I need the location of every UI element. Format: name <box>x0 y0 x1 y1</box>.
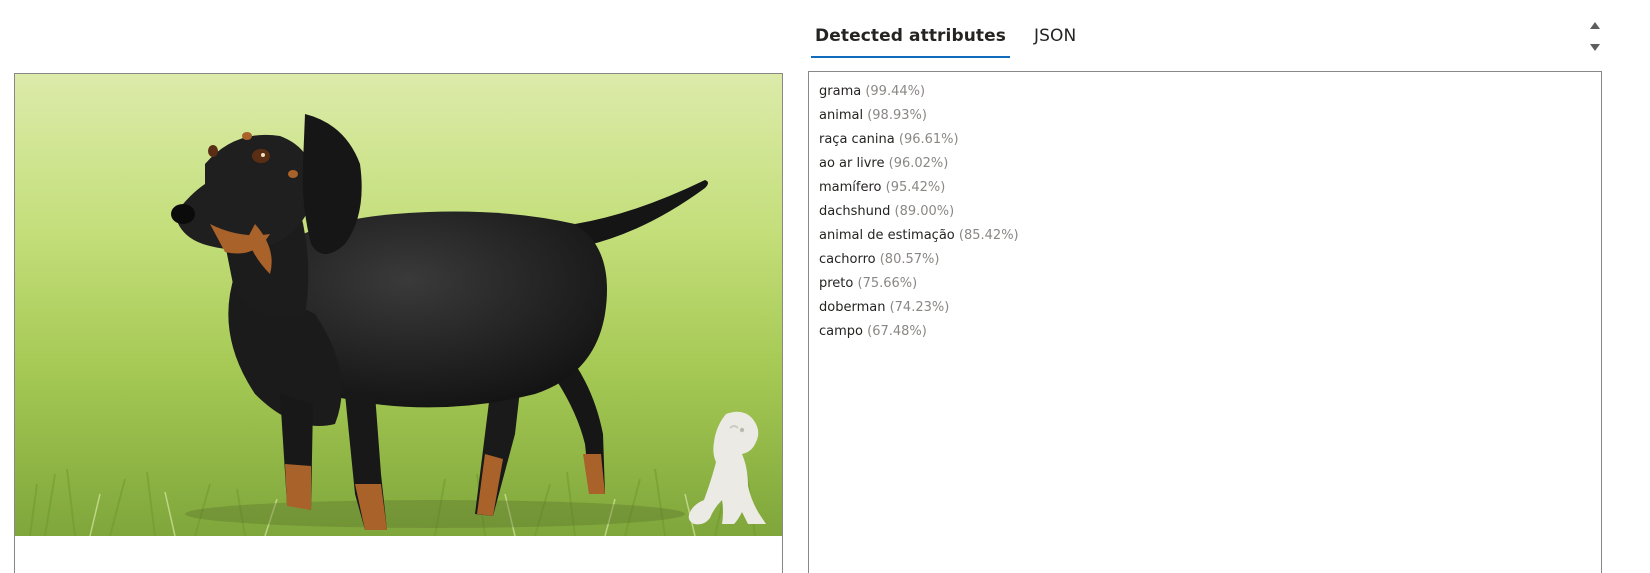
attribute-name: grama <box>819 84 862 99</box>
list-item: cachorro (80.57%) <box>819 248 1591 272</box>
result-tabs: Detected attributes JSON <box>811 16 1100 58</box>
sitting-dog-icon <box>688 411 766 525</box>
tab-detected-attributes[interactable]: Detected attributes <box>811 16 1010 58</box>
attribute-confidence: (74.23%) <box>889 300 950 315</box>
attribute-confidence: (99.44%) <box>865 84 926 99</box>
attribute-confidence: (96.02%) <box>888 156 949 171</box>
attribute-confidence: (80.57%) <box>879 252 940 267</box>
list-item: dachshund (89.00%) <box>819 200 1591 224</box>
list-item: preto (75.66%) <box>819 272 1591 296</box>
image-analysis-page: Detected attributes JSON grama (99.44%) … <box>0 0 1650 573</box>
attribute-name: doberman <box>819 300 886 315</box>
attribute-name: raça canina <box>819 132 895 147</box>
attribute-confidence: (95.42%) <box>885 180 946 195</box>
list-item: animal de estimação (85.42%) <box>819 224 1591 248</box>
list-item: doberman (74.23%) <box>819 296 1591 320</box>
attribute-name: animal de estimação <box>819 228 955 243</box>
list-item: animal (98.93%) <box>819 104 1591 128</box>
panel-scroll-control <box>1588 18 1602 58</box>
attribute-confidence: (96.61%) <box>898 132 959 147</box>
list-item: ao ar livre (96.02%) <box>819 152 1591 176</box>
scroll-down-icon[interactable] <box>1590 44 1600 51</box>
attribute-name: campo <box>819 324 863 339</box>
attribute-name: animal <box>819 108 864 123</box>
attribute-list: grama (99.44%) animal (98.93%) raça cani… <box>819 80 1591 344</box>
list-item: campo (67.48%) <box>819 320 1591 344</box>
list-item: raça canina (96.61%) <box>819 128 1591 152</box>
attribute-confidence: (67.48%) <box>867 324 927 339</box>
attribute-confidence: (89.00%) <box>894 204 955 219</box>
detected-attributes-panel: grama (99.44%) animal (98.93%) raça cani… <box>808 71 1602 573</box>
attribute-name: ao ar livre <box>819 156 885 171</box>
image-preview-panel <box>14 73 783 573</box>
tab-json[interactable]: JSON <box>1030 16 1080 58</box>
attribute-name: dachshund <box>819 204 891 219</box>
attribute-name: cachorro <box>819 252 876 267</box>
attribute-name: preto <box>819 276 854 291</box>
attribute-confidence: (98.93%) <box>867 108 927 123</box>
analyzed-photo <box>15 74 782 536</box>
list-item: mamífero (95.42%) <box>819 176 1591 200</box>
list-item: grama (99.44%) <box>819 80 1591 104</box>
attribute-confidence: (85.42%) <box>958 228 1019 243</box>
attribute-confidence: (75.66%) <box>857 276 918 291</box>
scroll-up-icon[interactable] <box>1590 22 1600 29</box>
attribute-name: mamífero <box>819 180 882 195</box>
